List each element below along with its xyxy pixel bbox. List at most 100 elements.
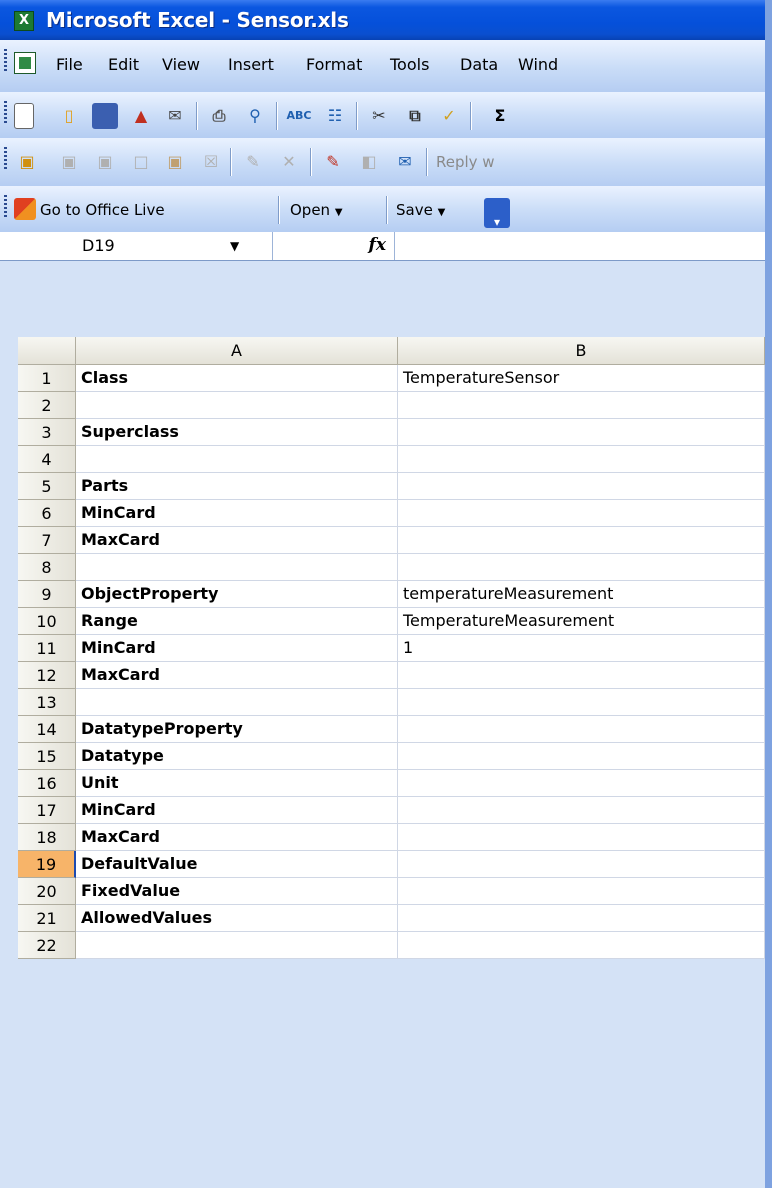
row-header[interactable]: 3	[18, 419, 76, 446]
row-header[interactable]: 1	[18, 365, 76, 392]
row-header[interactable]: 15	[18, 743, 76, 770]
cell-a[interactable]: Range	[76, 608, 398, 635]
print-icon[interactable]: ⎙	[206, 103, 232, 129]
research-icon[interactable]: ☷	[322, 103, 348, 129]
menu-edit[interactable]: Edit	[108, 54, 139, 76]
menu-tools[interactable]: Tools	[390, 54, 429, 76]
cell-a[interactable]: AllowedValues	[76, 905, 398, 932]
menu-format[interactable]: Format	[306, 54, 362, 76]
row-header[interactable]: 10	[18, 608, 76, 635]
cell-b[interactable]	[398, 743, 765, 770]
cell-a[interactable]: ObjectProperty	[76, 581, 398, 608]
title-bar[interactable]: X Microsoft Excel - Sensor.xls	[0, 0, 765, 40]
track-changes-icon[interactable]: ✎	[320, 149, 346, 175]
spelling-icon[interactable]: ABC	[286, 103, 312, 129]
email-icon[interactable]: ✉	[162, 103, 188, 129]
menu-insert[interactable]: Insert	[228, 54, 274, 76]
row-header[interactable]: 20	[18, 878, 76, 905]
cell-b[interactable]	[398, 716, 765, 743]
menu-file[interactable]: File	[56, 54, 83, 76]
cell-a[interactable]: MinCard	[76, 500, 398, 527]
cell-a[interactable]	[76, 932, 398, 959]
print-preview-icon[interactable]: ⚲	[242, 103, 268, 129]
select-all-corner[interactable]	[18, 337, 76, 365]
cell-a[interactable]: Unit	[76, 770, 398, 797]
name-box[interactable]: D19 ▼	[0, 232, 273, 260]
menu-window[interactable]: Wind	[518, 54, 558, 76]
autosum-icon[interactable]: Σ	[480, 103, 520, 129]
row-header[interactable]: 21	[18, 905, 76, 932]
row-header[interactable]: 6	[18, 500, 76, 527]
chevron-down-icon[interactable]: ▼	[230, 235, 239, 257]
save-icon[interactable]	[92, 103, 118, 129]
row-header[interactable]: 17	[18, 797, 76, 824]
copy-icon[interactable]: ⧉	[402, 103, 428, 129]
insert-function-button[interactable]: fx	[272, 232, 395, 260]
row-header[interactable]: 22	[18, 932, 76, 959]
cell-a[interactable]: FixedValue	[76, 878, 398, 905]
cell-b[interactable]	[398, 851, 765, 878]
attach-icon[interactable]: ✉	[392, 149, 418, 175]
cell-b[interactable]: 1	[398, 635, 765, 662]
cell-a[interactable]: MaxCard	[76, 527, 398, 554]
cell-b[interactable]	[398, 689, 765, 716]
row-header[interactable]: 8	[18, 554, 76, 581]
cell-a[interactable]: MaxCard	[76, 824, 398, 851]
row-header[interactable]: 13	[18, 689, 76, 716]
row-header[interactable]: 9	[18, 581, 76, 608]
menu-view[interactable]: View	[162, 54, 200, 76]
toolbar-grip[interactable]	[4, 195, 7, 217]
toolbar-options-icon[interactable]: ▾	[484, 198, 510, 229]
cell-b[interactable]	[398, 878, 765, 905]
cell-b[interactable]: TemperatureMeasurement	[398, 608, 765, 635]
workbook-icon[interactable]	[14, 52, 36, 74]
cell-b[interactable]	[398, 905, 765, 932]
row-header[interactable]: 4	[18, 446, 76, 473]
cell-a[interactable]	[76, 689, 398, 716]
row-header[interactable]: 14	[18, 716, 76, 743]
column-header-b[interactable]: B	[398, 337, 765, 365]
cell-a[interactable]: Datatype	[76, 743, 398, 770]
cell-a[interactable]: Parts	[76, 473, 398, 500]
menu-data[interactable]: Data	[460, 54, 498, 76]
permission-icon[interactable]: ▲	[128, 103, 154, 129]
go-to-office-live-button[interactable]: Go to Office Live	[40, 200, 165, 220]
cell-a[interactable]: DefaultValue	[76, 851, 398, 878]
format-painter-icon[interactable]: ✓	[436, 103, 462, 129]
open-icon[interactable]: ▯	[56, 103, 82, 129]
row-header[interactable]: 18	[18, 824, 76, 851]
row-header[interactable]: 5	[18, 473, 76, 500]
cell-b[interactable]	[398, 446, 765, 473]
cell-b[interactable]: temperatureMeasurement	[398, 581, 765, 608]
row-header[interactable]: 19	[18, 851, 76, 878]
excel-app-icon[interactable]: X	[14, 11, 34, 31]
cell-b[interactable]: TemperatureSensor	[398, 365, 765, 392]
row-header[interactable]: 2	[18, 392, 76, 419]
cell-b[interactable]	[398, 419, 765, 446]
cell-a[interactable]	[76, 446, 398, 473]
cell-b[interactable]	[398, 500, 765, 527]
cell-a[interactable]: MinCard	[76, 797, 398, 824]
cell-a[interactable]: DatatypeProperty	[76, 716, 398, 743]
cell-b[interactable]	[398, 797, 765, 824]
cell-b[interactable]	[398, 527, 765, 554]
cell-a[interactable]: Class	[76, 365, 398, 392]
cell-b[interactable]	[398, 392, 765, 419]
save-menu-button[interactable]: Save ▼	[396, 200, 445, 223]
cell-b[interactable]	[398, 554, 765, 581]
open-menu-button[interactable]: Open ▼	[290, 200, 343, 223]
toolbar-grip[interactable]	[4, 147, 7, 169]
cell-b[interactable]	[398, 824, 765, 851]
cell-b[interactable]	[398, 662, 765, 689]
office-live-icon[interactable]	[14, 198, 36, 220]
cell-b[interactable]	[398, 770, 765, 797]
row-header[interactable]: 11	[18, 635, 76, 662]
cell-b[interactable]	[398, 932, 765, 959]
cell-b[interactable]	[398, 473, 765, 500]
column-header-a[interactable]: A	[76, 337, 398, 365]
cell-a[interactable]: Superclass	[76, 419, 398, 446]
row-header[interactable]: 16	[18, 770, 76, 797]
new-icon[interactable]	[14, 103, 34, 129]
row-header[interactable]: 12	[18, 662, 76, 689]
new-comment-icon[interactable]: ▣	[14, 149, 40, 175]
